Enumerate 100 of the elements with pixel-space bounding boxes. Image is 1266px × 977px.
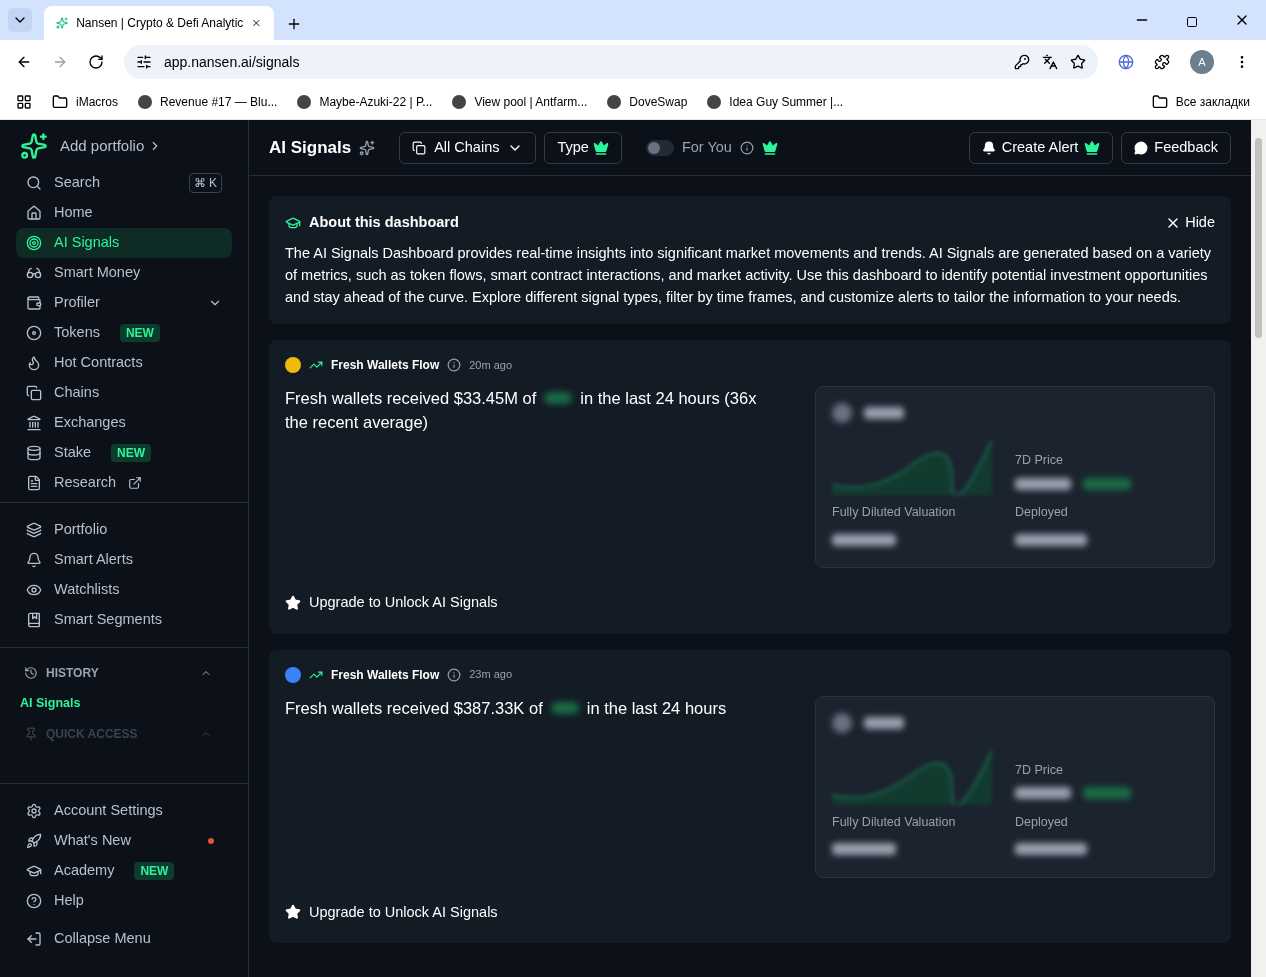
nav-item[interactable]: What's New bbox=[16, 826, 232, 856]
nav-label: Smart Money bbox=[54, 263, 141, 283]
signal-time: 23m ago bbox=[469, 667, 513, 683]
bookmark-item[interactable]: Revenue #17 — Blu... bbox=[138, 92, 278, 111]
new-tab-icon[interactable] bbox=[286, 16, 302, 32]
nav-item[interactable]: Smart Alerts bbox=[16, 545, 232, 575]
wallet-icon bbox=[26, 295, 42, 311]
star-icon bbox=[285, 904, 301, 921]
key-icon[interactable] bbox=[1014, 54, 1030, 70]
add-portfolio-button[interactable]: Add portfolio bbox=[60, 134, 163, 158]
document-icon bbox=[26, 475, 42, 491]
tab-title: Nansen | Crypto & Defi Analytic bbox=[76, 15, 244, 32]
search-item[interactable]: Search ⌘ K bbox=[16, 168, 232, 198]
crown-icon bbox=[761, 139, 778, 156]
price-label: 7D Price bbox=[1015, 761, 1064, 779]
bookmark-item[interactable]: DoveSwap bbox=[607, 92, 688, 111]
site-favicon-icon bbox=[297, 94, 312, 109]
extensions-icon[interactable] bbox=[1154, 54, 1170, 70]
site-favicon-icon bbox=[138, 94, 152, 109]
nav-item[interactable]: Watchlists bbox=[16, 575, 232, 605]
reload-icon[interactable] bbox=[88, 54, 104, 70]
profile-avatar[interactable]: A bbox=[1190, 50, 1214, 74]
nav-label: Smart Segments bbox=[54, 610, 162, 630]
sparkles-icon bbox=[359, 139, 376, 156]
type-filter[interactable]: Type bbox=[544, 131, 622, 164]
bookmark-item[interactable]: Все закладки bbox=[1151, 92, 1250, 111]
create-alert-button[interactable]: Create Alert bbox=[968, 131, 1114, 164]
nav-label: Hot Contracts bbox=[54, 353, 143, 373]
history-link[interactable]: AI Signals bbox=[20, 694, 224, 713]
nav-label: Stake bbox=[54, 443, 92, 463]
nav-item[interactable]: Smart Money bbox=[16, 258, 232, 288]
feedback-button[interactable]: Feedback bbox=[1121, 131, 1231, 164]
tab-list-button[interactable] bbox=[8, 8, 32, 32]
nav-item[interactable]: Hot Contracts bbox=[16, 348, 232, 378]
nav-label: Exchanges bbox=[54, 413, 126, 433]
price-label: 7D Price bbox=[1015, 451, 1064, 469]
pin-icon bbox=[24, 726, 38, 741]
nav-item[interactable]: AI Signals bbox=[16, 228, 232, 258]
glasses-icon bbox=[26, 265, 42, 281]
extension-icon[interactable] bbox=[1118, 54, 1134, 70]
nav-item[interactable]: Stake NEW bbox=[16, 438, 232, 468]
blurred-change bbox=[1083, 477, 1131, 490]
signal-time: 20m ago bbox=[469, 357, 513, 373]
collapse-menu-item[interactable]: Collapse Menu bbox=[16, 924, 232, 954]
section-header[interactable]: HISTORY bbox=[24, 664, 224, 682]
nav-item[interactable]: Home bbox=[16, 198, 232, 228]
upgrade-link[interactable]: Upgrade to Unlock AI Signals bbox=[309, 901, 498, 924]
nav-item[interactable]: Chains bbox=[16, 378, 232, 408]
nav-item[interactable]: Tokens NEW bbox=[16, 318, 232, 348]
hide-button[interactable]: Hide bbox=[1165, 212, 1215, 234]
signal-description: Fresh wallets received $33.45M of in the last 24 hours (36x the recent average) bbox=[285, 387, 758, 433]
nav-item[interactable]: Help bbox=[16, 886, 232, 916]
browser-tab[interactable]: Nansen | Crypto & Defi Analytic bbox=[44, 6, 274, 40]
chat-icon bbox=[1134, 140, 1149, 155]
bookmark-item[interactable]: iMacros bbox=[52, 92, 118, 111]
nav-item[interactable]: Exchanges bbox=[16, 408, 232, 438]
scrollbar[interactable] bbox=[1251, 120, 1266, 977]
maximize-icon[interactable] bbox=[1186, 16, 1198, 28]
translate-icon[interactable] bbox=[1042, 54, 1058, 70]
signal-type: Fresh Wallets Flow bbox=[331, 356, 440, 374]
deployed-label: Deployed bbox=[1015, 503, 1069, 521]
crown-icon bbox=[1084, 139, 1101, 156]
bookmark-item[interactable]: Idea Guy Summer |... bbox=[707, 92, 844, 111]
nav-item[interactable]: Academy NEW bbox=[16, 856, 232, 886]
nav-label: Profiler bbox=[54, 293, 100, 313]
chains-icon bbox=[412, 140, 427, 155]
page-title: AI Signals bbox=[269, 136, 352, 159]
blurred-date bbox=[1015, 843, 1087, 856]
shortcut-key: ⌘ K bbox=[188, 173, 222, 193]
site-favicon-icon bbox=[707, 94, 722, 109]
address-bar[interactable]: app.nansen.ai/signals bbox=[124, 45, 1098, 79]
blurred-fdv bbox=[832, 843, 896, 856]
nav-item[interactable]: Profiler bbox=[16, 288, 232, 318]
new-badge: NEW bbox=[134, 862, 175, 880]
new-badge: NEW bbox=[119, 324, 160, 342]
crown-icon bbox=[592, 139, 609, 156]
nav-item[interactable]: Research bbox=[16, 468, 232, 498]
external-link-icon bbox=[128, 476, 143, 490]
blurred-token-logo bbox=[832, 402, 852, 423]
graduation-cap-icon bbox=[26, 863, 42, 879]
back-icon[interactable] bbox=[16, 54, 32, 70]
rocket-icon bbox=[26, 833, 42, 849]
upgrade-link[interactable]: Upgrade to Unlock AI Signals bbox=[309, 591, 498, 614]
site-favicon-icon bbox=[607, 94, 622, 109]
chain-filter[interactable]: All Chains bbox=[399, 131, 537, 164]
info-icon bbox=[447, 667, 462, 682]
bookmark-item[interactable]: Maybe-Azuki-22 | P... bbox=[297, 92, 433, 111]
nav-item[interactable]: Portfolio bbox=[16, 515, 232, 545]
bookmark-star-icon[interactable] bbox=[1070, 54, 1086, 70]
nav-label: Account Settings bbox=[54, 801, 163, 821]
nav-item[interactable]: Account Settings bbox=[16, 796, 232, 826]
nav-item[interactable]: Smart Segments bbox=[16, 605, 232, 635]
apps-icon[interactable] bbox=[16, 93, 32, 110]
blurred-token-name bbox=[864, 406, 904, 419]
database-icon bbox=[26, 445, 42, 461]
star-icon bbox=[285, 594, 301, 611]
for-you-toggle[interactable] bbox=[645, 139, 674, 156]
logo-icon bbox=[20, 132, 48, 160]
bookmark-item[interactable]: View pool | Antfarm... bbox=[452, 92, 588, 111]
nav-label: AI Signals bbox=[54, 233, 120, 253]
